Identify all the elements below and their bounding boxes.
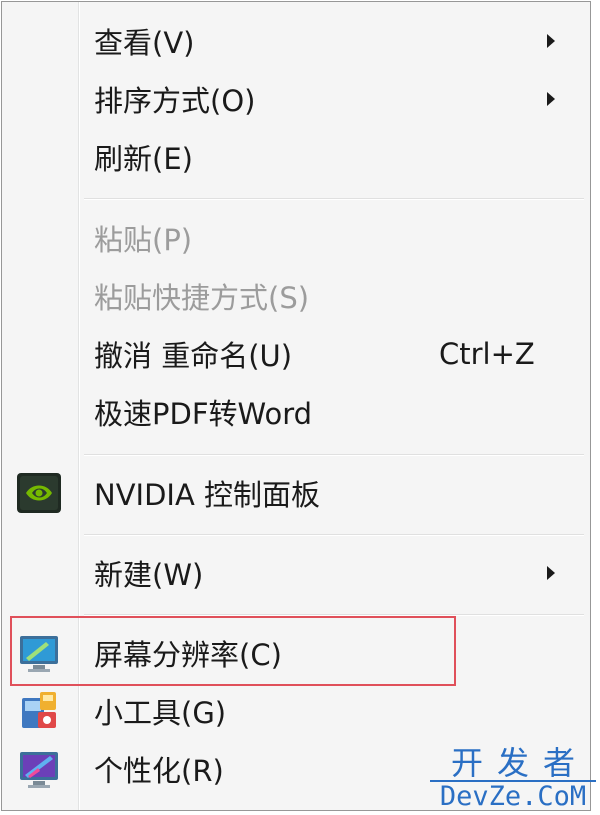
watermark: 开发者 DevZe.CoM <box>430 746 596 812</box>
menu-item-label: 粘贴快捷方式(S) <box>94 281 310 315</box>
highlight-annotation-box <box>10 616 456 686</box>
submenu-arrow-icon <box>547 34 555 48</box>
menu-item-label: 新建(W) <box>94 558 204 592</box>
menu-item-label: 个性化(R) <box>94 754 224 788</box>
watermark-bottom-text: DevZe.CoM <box>430 780 596 812</box>
menu-item-label: 撤消 重命名(U) <box>94 339 293 373</box>
keyboard-shortcut: Ctrl+Z <box>439 337 535 371</box>
menu-item-new[interactable]: 新建(W) <box>2 544 590 602</box>
menu-item-view[interactable]: 查看(V) <box>2 12 590 70</box>
personalize-icon <box>16 746 62 792</box>
gadgets-icon <box>16 688 62 734</box>
menu-item-pdf-to-word[interactable]: 极速PDF转Word <box>2 383 590 441</box>
nvidia-icon <box>16 470 62 516</box>
submenu-arrow-icon <box>547 566 555 580</box>
menu-item-sort-by[interactable]: 排序方式(O) <box>2 70 590 128</box>
menu-item-label: 查看(V) <box>94 26 195 60</box>
submenu-arrow-icon <box>547 92 555 106</box>
menu-item-paste: 粘贴(P) <box>2 209 590 267</box>
menu-item-label: NVIDIA 控制面板 <box>94 478 321 512</box>
menu-item-gadgets[interactable]: 小工具(G) <box>2 682 590 740</box>
menu-item-label: 小工具(G) <box>94 696 227 730</box>
menu-separator <box>84 454 584 456</box>
menu-item-paste-shortcut: 粘贴快捷方式(S) <box>2 267 590 325</box>
menu-item-refresh[interactable]: 刷新(E) <box>2 128 590 186</box>
menu-separator <box>84 534 584 536</box>
menu-item-label: 极速PDF转Word <box>94 397 313 431</box>
menu-item-undo-rename[interactable]: 撤消 重命名(U) Ctrl+Z <box>2 325 590 383</box>
menu-item-label: 刷新(E) <box>94 142 193 176</box>
menu-separator <box>84 198 584 200</box>
menu-item-nvidia-control-panel[interactable]: NVIDIA 控制面板 <box>2 464 590 522</box>
desktop-context-menu: 查看(V) 排序方式(O) 刷新(E) 粘贴(P) 粘贴快捷方式(S) 撤消 重… <box>1 1 591 811</box>
menu-item-label: 排序方式(O) <box>94 84 256 118</box>
menu-item-label: 粘贴(P) <box>94 223 193 257</box>
watermark-top-text: 开发者 <box>450 744 589 782</box>
